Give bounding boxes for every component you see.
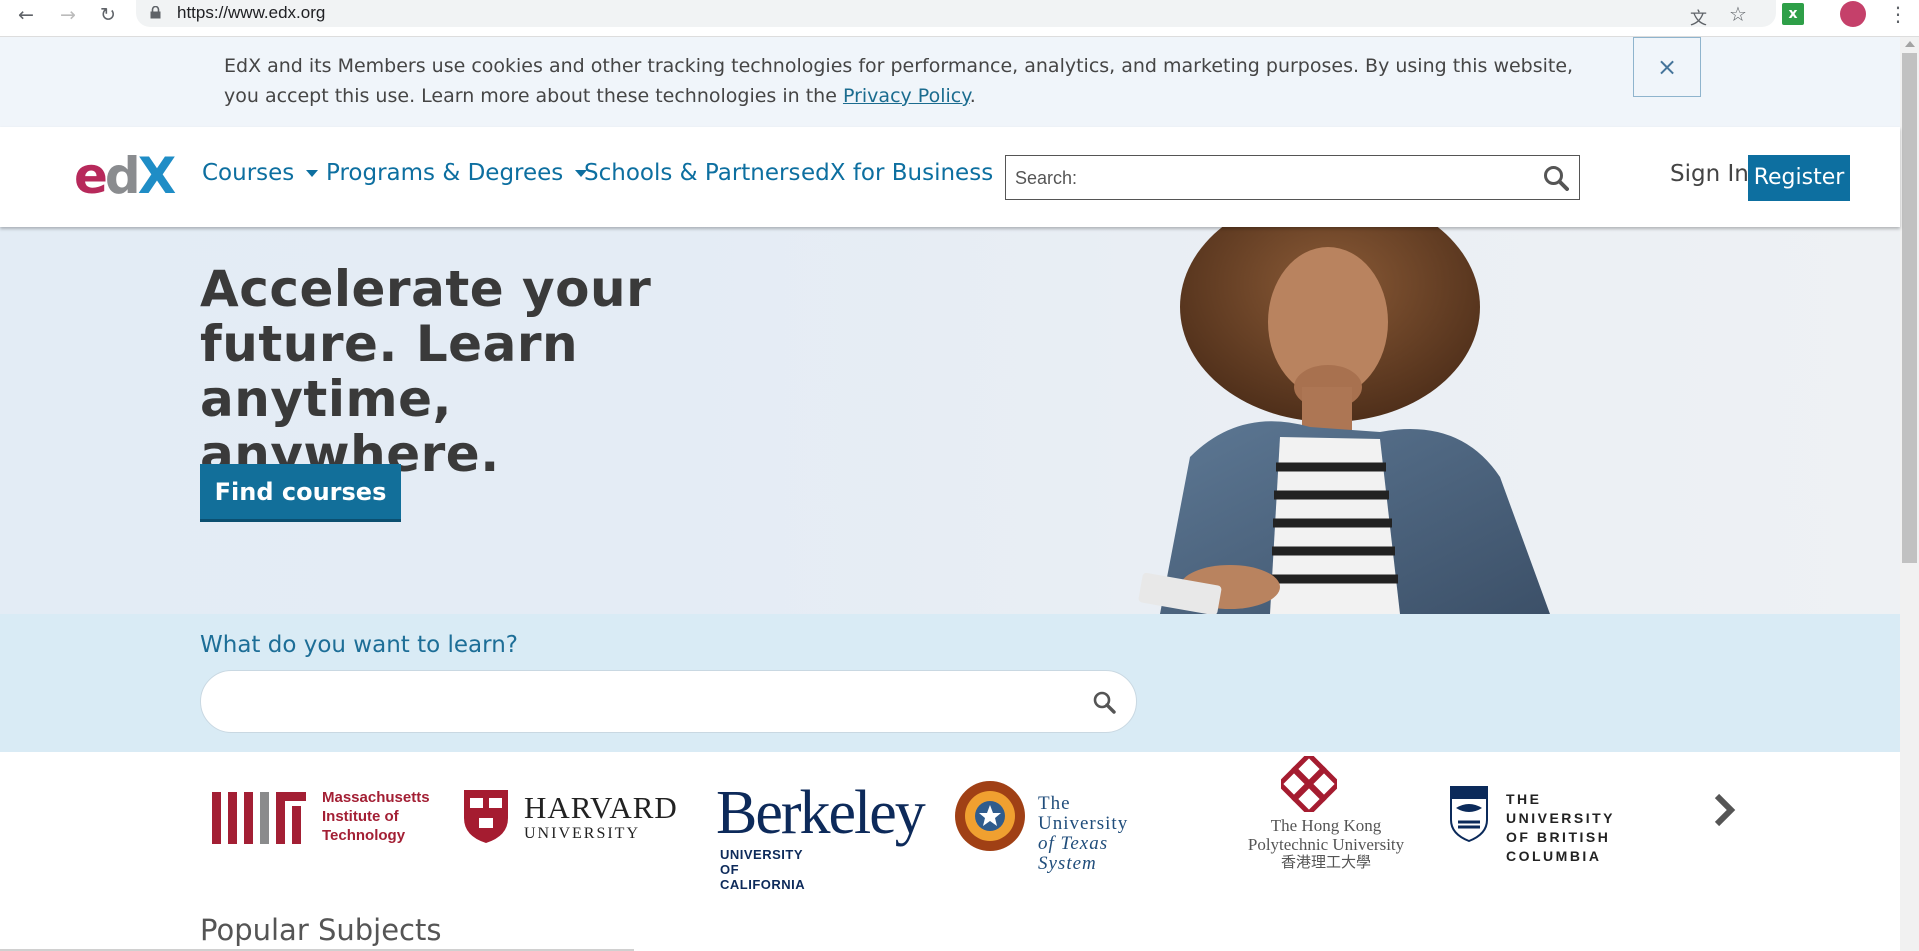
forward-icon[interactable]: → [56, 3, 80, 27]
find-courses-button[interactable]: Find courses [200, 464, 401, 522]
cookie-message-suffix: . [969, 85, 976, 107]
browser-toolbar: ← → ↻ https://www.edx.org 文 ☆ x ⋮ [0, 0, 1919, 37]
cookie-banner: EdX and its Members use cookies and othe… [0, 37, 1900, 127]
learn-search-input[interactable] [225, 688, 1065, 716]
carousel-next-chevron-icon[interactable] [1712, 792, 1736, 828]
scroll-up-icon[interactable] [1905, 41, 1915, 47]
ubc-line: THE UNIVERSITY [1506, 791, 1616, 826]
scrollbar-thumb[interactable] [1902, 53, 1917, 563]
search-icon[interactable] [1543, 165, 1569, 191]
mit-bars-graphic [212, 792, 306, 844]
nav-programs-degrees[interactable]: Programs & Degrees [326, 160, 588, 186]
partner-logos-carousel: Massachusetts Institute of Technology HA… [0, 752, 1900, 892]
ut-line: The University [1038, 793, 1129, 834]
cookie-message: EdX and its Members use cookies and othe… [224, 51, 1594, 111]
polyu-knot-icon [1281, 756, 1337, 812]
ut-line: of Texas System [1038, 833, 1109, 874]
page-scrollbar[interactable] [1900, 37, 1919, 951]
ubc-wordmark: THE UNIVERSITY OF BRITISH COLUMBIA [1506, 790, 1615, 866]
popular-subjects-heading: Popular Subjects [200, 913, 442, 947]
back-icon[interactable]: ← [14, 3, 38, 27]
harvard-wordmark: HARVARD [524, 790, 678, 825]
privacy-policy-link[interactable]: Privacy Policy [843, 85, 970, 107]
harvard-subtitle: UNIVERSITY [524, 825, 640, 842]
bookmark-star-icon[interactable]: ☆ [1729, 2, 1747, 26]
header-search [1005, 155, 1580, 200]
nav-schools-partners[interactable]: Schools & Partners [584, 160, 800, 186]
learn-search-field [200, 670, 1137, 733]
hero-photo-woman-with-phone [1138, 227, 1550, 614]
profile-avatar[interactable] [1840, 1, 1866, 27]
ut-seal-icon [955, 781, 1025, 851]
reload-icon[interactable]: ↻ [96, 3, 120, 27]
translate-icon[interactable]: 文 [1690, 4, 1707, 29]
address-bar[interactable] [136, 0, 1776, 27]
polyu-line: Polytechnic University [1247, 835, 1405, 854]
cookie-close-button[interactable]: × [1633, 37, 1701, 97]
ubc-line: OF BRITISH COLUMBIA [1506, 829, 1611, 864]
mit-name-line: Massachusetts [322, 789, 430, 806]
logo-letter-e: e [74, 147, 108, 205]
harvard-shield-icon [464, 790, 508, 843]
url-text[interactable]: https://www.edx.org [177, 3, 325, 23]
polyu-wordmark: The Hong Kong Polytechnic University 香港理… [1203, 816, 1449, 873]
nav-business-label: edX for Business [801, 160, 994, 186]
hero-headline: Accelerate your future. Learn anytime, a… [200, 260, 652, 483]
edx-logo[interactable]: edX [74, 151, 176, 201]
mit-name-line: Institute of [322, 808, 399, 825]
site-header: edX Courses Programs & Degrees Schools &… [0, 127, 1900, 227]
search-icon[interactable] [1092, 690, 1116, 714]
sign-in-link[interactable]: Sign In [1670, 161, 1749, 187]
berkeley-wordmark: Berkeley [716, 779, 926, 847]
berkeley-subtitle: UNIVERSITY OF CALIFORNIA [720, 847, 806, 892]
extension-icon[interactable]: x [1782, 3, 1804, 25]
register-button[interactable]: Register [1748, 155, 1850, 201]
nav-programs-label: Programs & Degrees [326, 160, 564, 186]
learn-search-section: What do you want to learn? [0, 614, 1900, 752]
nav-courses-label: Courses [202, 160, 295, 186]
header-search-input[interactable] [1015, 166, 1535, 190]
nav-courses[interactable]: Courses [202, 160, 319, 186]
menu-kebab-icon[interactable]: ⋮ [1888, 2, 1908, 26]
logo-letter-d: d [104, 147, 141, 205]
logo-letter-x: X [137, 147, 177, 205]
ubc-crest-icon [1450, 786, 1488, 842]
mit-name: Massachusetts Institute of Technology [322, 788, 430, 845]
mit-name-line: Technology [322, 827, 406, 844]
hero-banner: Accelerate your future. Learn anytime, a… [0, 227, 1900, 614]
lock-icon [150, 6, 161, 19]
polyu-line: The Hong Kong [1270, 816, 1382, 835]
nav-schools-label: Schools & Partners [584, 160, 801, 186]
chevron-down-icon [306, 170, 319, 177]
ut-wordmark: The University of Texas System [1038, 794, 1128, 874]
polyu-line: 香港理工大學 [1280, 855, 1371, 871]
nav-edx-for-business[interactable]: edX for Business [801, 160, 993, 186]
learn-search-label: What do you want to learn? [200, 632, 518, 658]
